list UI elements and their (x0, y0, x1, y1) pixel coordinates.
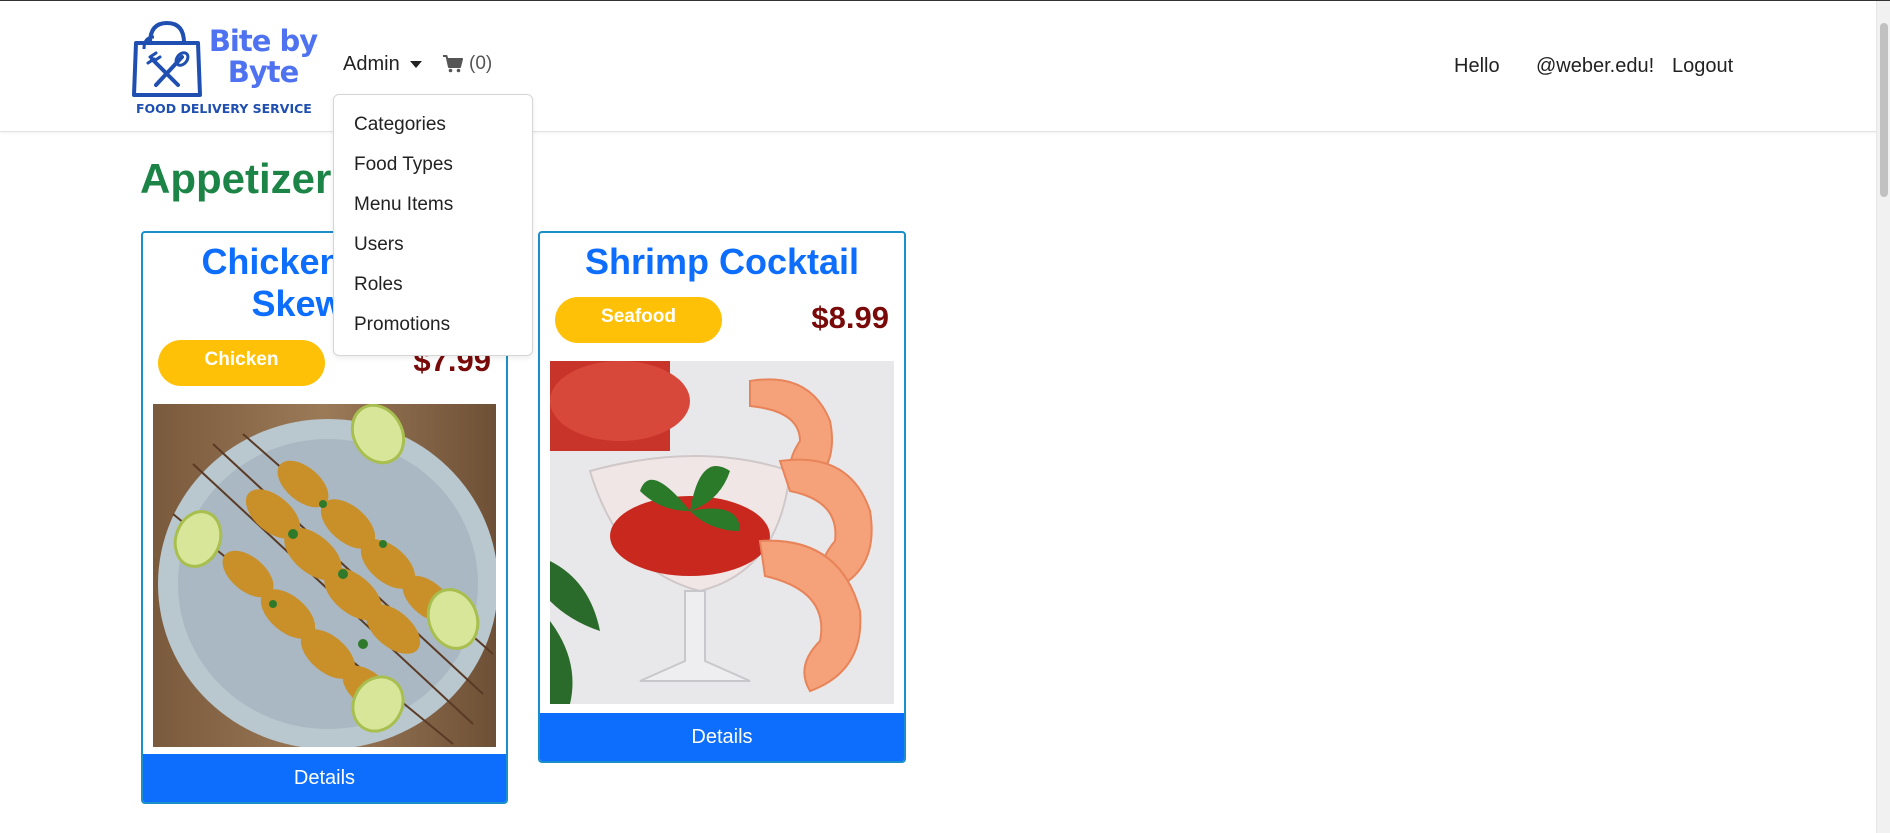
user-email[interactable]: @weber.edu! (1536, 55, 1654, 78)
cart-link[interactable]: (0) (443, 53, 492, 75)
page-scrollbar[interactable] (1876, 1, 1890, 833)
chicken-skewers-photo (153, 404, 496, 747)
logout-link[interactable]: Logout (1672, 55, 1733, 78)
menu-item-menu-items[interactable]: Menu Items (334, 185, 532, 225)
scrollbar-thumb[interactable] (1880, 23, 1888, 197)
details-button[interactable]: Details (143, 754, 506, 802)
shopping-cart-icon (443, 55, 463, 73)
brand-name-line2: Byte (227, 55, 300, 89)
admin-dropdown-menu: Categories Food Types Menu Items Users R… (333, 94, 533, 356)
admin-label: Admin (343, 53, 400, 75)
admin-dropdown-toggle[interactable]: Admin (343, 53, 422, 76)
brand-logo[interactable]: Bite by Byte FOOD DELIVERY SERVICE (130, 19, 318, 119)
category-badge: Chicken (158, 340, 325, 386)
details-button[interactable]: Details (540, 713, 904, 761)
shrimp-cocktail-photo (550, 361, 894, 704)
price: $8.99 (811, 300, 889, 335)
cart-count: (0) (469, 53, 493, 74)
brand-tagline: FOOD DELIVERY SERVICE (136, 101, 312, 116)
hello-text: Hello (1454, 55, 1500, 77)
navbar: Bite by Byte FOOD DELIVERY SERVICE Admin… (0, 1, 1876, 132)
menu-item-roles[interactable]: Roles (334, 265, 532, 305)
caret-down-icon (409, 61, 422, 68)
menu-item-categories[interactable]: Categories (334, 105, 532, 145)
brand-name-line1: Bite by (208, 24, 318, 58)
shopping-bag-icon (132, 20, 202, 97)
brand-name: Bite by Byte (208, 26, 318, 88)
menu-item-promotions[interactable]: Promotions (334, 305, 532, 345)
page-title: Appetizers (140, 155, 355, 202)
card-title: Shrimp Cocktail (584, 241, 860, 282)
category-badge: Seafood (555, 297, 722, 343)
menu-item-users[interactable]: Users (334, 225, 532, 265)
menu-item-card: Shrimp Cocktail Seafood $8.99 Details (538, 231, 906, 763)
menu-item-food-types[interactable]: Food Types (334, 145, 532, 185)
